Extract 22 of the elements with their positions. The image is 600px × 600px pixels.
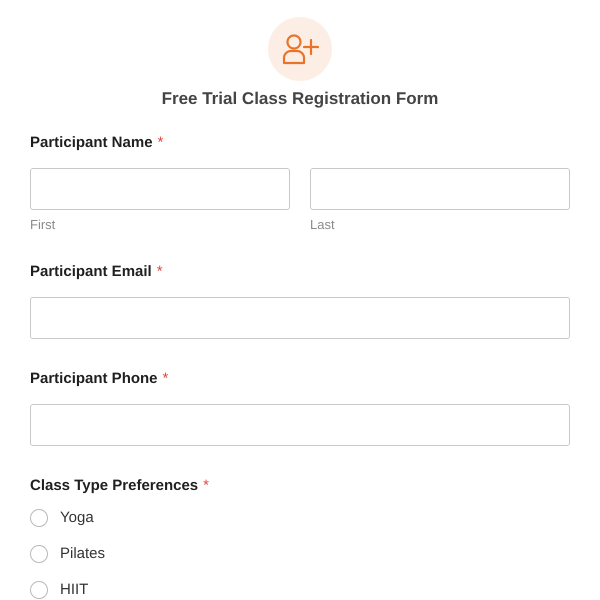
radio-button[interactable] [30, 581, 48, 599]
sublabel: First [30, 217, 56, 233]
required-mark: * [158, 133, 164, 153]
input-field[interactable] [310, 168, 570, 210]
add-person-icon [268, 17, 332, 81]
input-field[interactable] [30, 168, 290, 210]
input-field[interactable] [30, 404, 570, 446]
required-mark: * [162, 369, 168, 389]
required-mark: * [203, 476, 209, 496]
field-label: Participant Email [30, 262, 152, 282]
radio-button[interactable] [30, 509, 48, 527]
form-title: Free Trial Class Registration Form [160, 89, 440, 109]
option-label[interactable]: HIIT [60, 581, 88, 599]
radio-button[interactable] [30, 545, 48, 563]
field-label: Participant Phone [30, 369, 158, 389]
input-field[interactable] [30, 297, 570, 339]
option-label[interactable]: Yoga [60, 509, 94, 527]
field-label: Class Type Preferences [30, 476, 198, 496]
required-mark: * [156, 262, 163, 282]
sublabel: Last [310, 217, 335, 233]
option-label[interactable]: Pilates [60, 545, 106, 563]
field-label: Participant Name [30, 133, 153, 153]
